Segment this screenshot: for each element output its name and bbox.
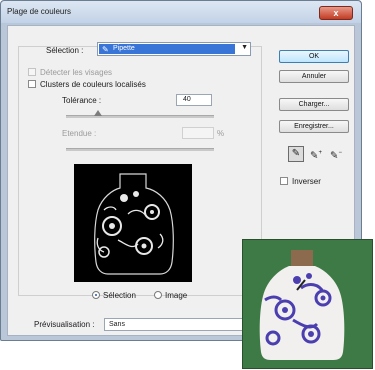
detect-faces-checkbox[interactable] (28, 68, 36, 76)
window-title: Plage de couleurs (7, 7, 72, 16)
ok-button[interactable]: OK (279, 50, 349, 63)
invert-label: Inverser (292, 177, 321, 186)
close-button[interactable]: x (319, 6, 353, 20)
load-button[interactable]: Charger... (279, 98, 349, 111)
selection-radio-label: Sélection (103, 291, 136, 300)
save-button[interactable]: Enregistrer... (279, 120, 349, 133)
range-label: Etendue : (62, 129, 97, 138)
tolerance-slider-track[interactable] (66, 115, 214, 118)
invert-checkbox[interactable] (280, 177, 288, 185)
image-radio-label: Image (165, 291, 188, 300)
porcelain-bottle-image (243, 240, 372, 368)
eyedropper-icon: ✎ (102, 45, 109, 54)
detect-faces-label: Détecter les visages (40, 68, 113, 77)
source-image-thumbnail (242, 239, 373, 369)
eyedropper-minus-icon[interactable]: ✎− (328, 146, 344, 162)
preview-label: Prévisualisation : (34, 320, 95, 329)
eyedropper-icon[interactable]: ✎ (288, 146, 304, 162)
tolerance-label: Tolérance : (62, 96, 102, 105)
selection-label: Sélection : (46, 46, 84, 55)
selection-dropdown[interactable]: ✎ Pipette ▼ (97, 42, 251, 56)
eyedropper-plus-icon[interactable]: ✎+ (308, 146, 324, 162)
range-slider-track (66, 148, 214, 151)
selection-value-text: Pipette (113, 45, 135, 52)
chevron-down-icon: ▼ (241, 44, 248, 51)
range-input (182, 127, 214, 139)
image-radio[interactable] (154, 291, 162, 299)
range-unit: % (217, 129, 225, 138)
flower-pattern-icon (96, 191, 164, 258)
localized-clusters-checkbox[interactable] (28, 80, 36, 88)
tolerance-slider-thumb[interactable] (94, 110, 102, 116)
localized-clusters-label: Clusters de couleurs localisés (40, 80, 146, 89)
preview-dropdown[interactable]: Sans (104, 318, 252, 331)
title-bar[interactable]: Plage de couleurs x (1, 1, 361, 23)
selection-value: ✎ Pipette (99, 44, 235, 54)
selection-radio[interactable] (92, 291, 100, 299)
cancel-button[interactable]: Annuler (279, 70, 349, 83)
tolerance-input[interactable]: 40 (176, 94, 212, 106)
selection-preview (74, 164, 192, 282)
